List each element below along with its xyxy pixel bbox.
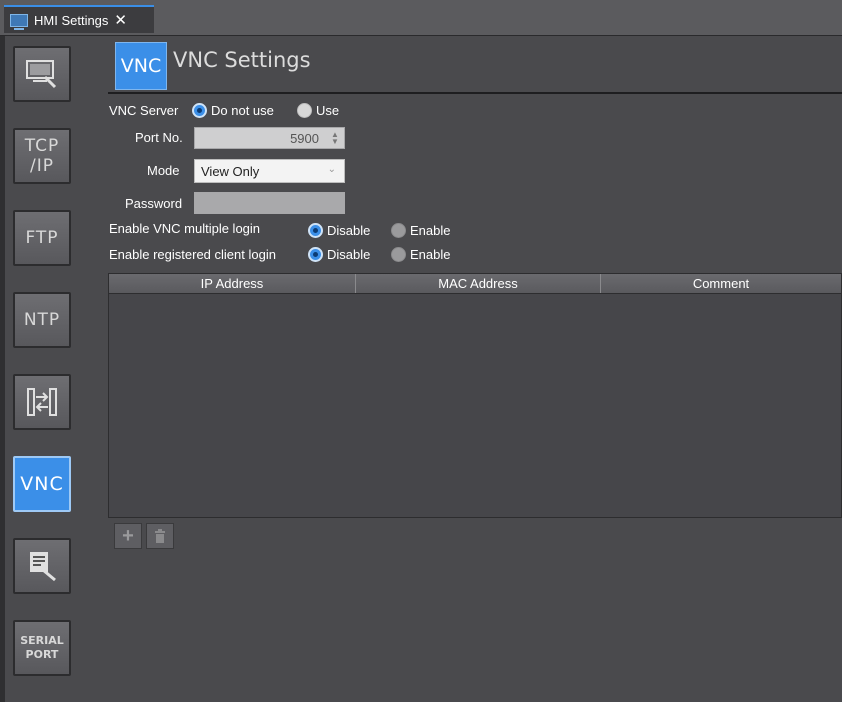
mode-value: View Only (201, 163, 260, 179)
registered-clients-table[interactable]: IP Address MAC Address Comment (108, 273, 842, 518)
chevron-down-icon: ⌄ (327, 164, 336, 175)
nav-diagnostics[interactable] (13, 538, 71, 594)
reg-client-label: Enable registered client login (109, 247, 276, 262)
spinner-icon[interactable]: ▲ ▼ (329, 131, 341, 146)
monitor-icon (10, 13, 28, 30)
add-row-button[interactable]: + (114, 523, 142, 549)
column-mac-address[interactable]: MAC Address (356, 274, 601, 293)
nav-tcpip[interactable]: TCP/IP (13, 128, 71, 184)
password-label: Password (125, 196, 183, 211)
tab-hmi-settings[interactable]: HMI Settings ✕ (4, 5, 154, 33)
radio-label: Do not use (211, 103, 274, 118)
password-field[interactable] (194, 192, 345, 214)
close-icon[interactable]: ✕ (114, 13, 127, 28)
radio-label: Enable (410, 247, 451, 262)
vnc-icon: VNC (20, 473, 64, 495)
nav-monitor-settings[interactable] (13, 46, 71, 102)
column-ip-address[interactable]: IP Address (109, 274, 356, 293)
port-field[interactable]: 5900 ▲ ▼ (194, 127, 345, 149)
vnc-server-do-not-use-radio[interactable]: Do not use (192, 103, 274, 118)
ftp-icon: FTP (25, 228, 59, 248)
tab-strip: HMI Settings ✕ (0, 0, 842, 36)
port-value: 5900 (290, 130, 319, 146)
column-comment[interactable]: Comment (601, 274, 841, 293)
tcpip-icon: TCP/IP (24, 136, 60, 176)
radio-unselected-icon (391, 247, 406, 262)
nav-data-transfer[interactable] (13, 374, 71, 430)
table-header: IP Address MAC Address Comment (109, 274, 841, 294)
mode-label: Mode (147, 163, 180, 178)
radio-label: Disable (327, 223, 371, 238)
nav-ntp[interactable]: NTP (13, 292, 71, 348)
port-label: Port No. (135, 130, 183, 145)
serial-port-icon: SERIAL PORT (20, 634, 64, 661)
trash-icon (155, 529, 165, 543)
radio-label: Disable (327, 247, 371, 262)
nav-serial-port[interactable]: SERIAL PORT (13, 620, 71, 676)
nav-vnc[interactable]: VNC (13, 456, 71, 512)
multi-login-enable-radio[interactable]: Enable (391, 223, 450, 238)
page-title: VNC Settings (173, 48, 311, 72)
nav-ftp[interactable]: FTP (13, 210, 71, 266)
tab-title: HMI Settings (34, 12, 109, 28)
mode-select[interactable]: View Only ⌄ (194, 159, 345, 183)
header-divider (108, 92, 842, 94)
multi-login-disable-radio[interactable]: Disable (308, 223, 370, 238)
radio-unselected-icon (391, 223, 406, 238)
monitor-settings-icon (26, 60, 57, 89)
vnc-server-label: VNC Server (109, 103, 179, 118)
multi-login-label: Enable VNC multiple login (109, 221, 261, 236)
reg-client-enable-radio[interactable]: Enable (391, 247, 450, 262)
transfer-icon (27, 388, 57, 416)
reg-client-disable-radio[interactable]: Disable (308, 247, 370, 262)
vnc-header-icon: VNC (115, 42, 167, 90)
ntp-icon: NTP (23, 310, 61, 330)
radio-selected-icon (308, 223, 323, 238)
document-settings-icon (30, 552, 56, 582)
radio-unselected-icon (297, 103, 312, 118)
settings-sidebar: TCP/IP FTP NTP VNC SERIAL PORT (0, 36, 96, 702)
radio-selected-icon (308, 247, 323, 262)
plus-icon: + (122, 525, 134, 547)
delete-row-button[interactable] (146, 523, 174, 549)
vnc-server-use-radio[interactable]: Use (297, 103, 339, 118)
radio-selected-icon (192, 103, 207, 118)
radio-label: Enable (410, 223, 451, 238)
radio-label: Use (316, 103, 340, 118)
